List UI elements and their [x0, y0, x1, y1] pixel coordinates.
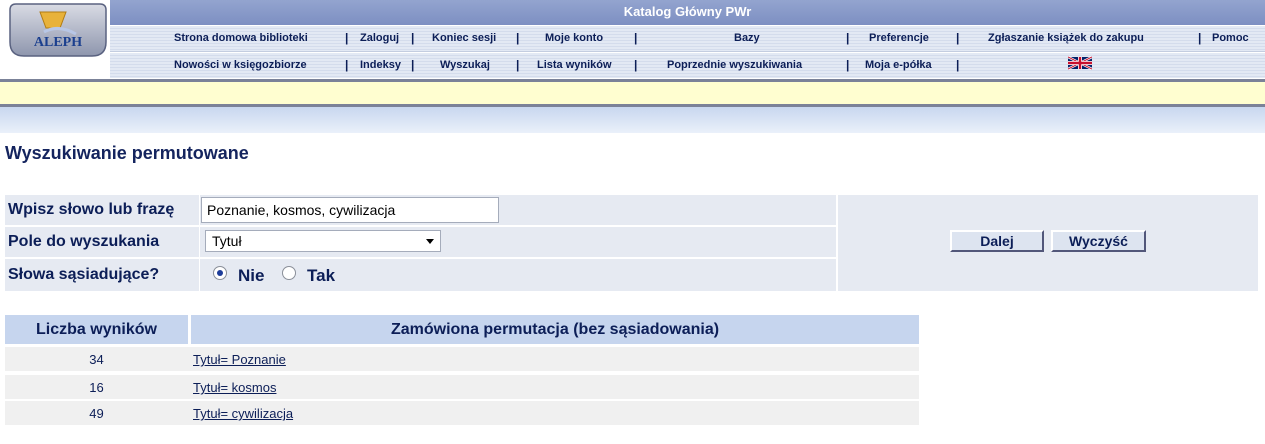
- nav-row-primary: Strona domowa biblioteki | Zaloguj | Kon…: [110, 26, 1265, 52]
- nav-separator: |: [345, 58, 349, 72]
- submit-button[interactable]: Dalej: [950, 230, 1044, 252]
- column-header-permutation: Zamówiona permutacja (bez sąsiadowania): [191, 315, 919, 344]
- field-select[interactable]: Tytuł: [205, 230, 441, 252]
- header: Katalog Główny PWr Strona domowa bibliot…: [0, 0, 1265, 133]
- result-count: 34: [89, 352, 104, 367]
- nav-separator: |: [516, 58, 520, 72]
- nav-separator: |: [516, 31, 520, 45]
- radio-adjacent-yes[interactable]: [282, 266, 296, 280]
- catalog-title-bar: Katalog Główny PWr: [110, 0, 1265, 25]
- result-link[interactable]: Tytuł= kosmos: [193, 380, 276, 395]
- nav-databases[interactable]: Bazy: [734, 32, 760, 44]
- field-label-cell: Pole do wyszukania: [5, 227, 199, 257]
- radio-adjacent-no-label: Nie: [238, 266, 265, 285]
- nav-separator: |: [345, 31, 349, 45]
- nav-separator: |: [411, 31, 415, 45]
- nav-separator: |: [956, 31, 960, 45]
- clear-button[interactable]: Wyczyść: [1051, 230, 1146, 252]
- field-select-value: Tytuł: [212, 233, 242, 249]
- adjacent-label-cell: Słowa sąsiadujące?: [5, 259, 199, 291]
- nav-separator: |: [411, 58, 415, 72]
- table-row: 16 Tytuł= kosmos: [5, 375, 919, 399]
- nav-separator: |: [846, 31, 850, 45]
- nav-library-home[interactable]: Strona domowa biblioteki: [174, 32, 308, 44]
- query-label: Wpisz słowo lub frazę: [8, 201, 175, 218]
- table-row: 34 Tytuł= Poznanie: [5, 347, 919, 371]
- nav-separator: |: [634, 58, 638, 72]
- aleph-logo[interactable]: ALEPH: [6, 2, 110, 64]
- nav-new-acquisitions[interactable]: Nowości w księgozbiorze: [174, 59, 307, 71]
- nav-end-session[interactable]: Koniec sesji: [432, 32, 496, 44]
- nav-book-request[interactable]: Zgłaszanie książek do zakupu: [988, 32, 1144, 44]
- nav-row-secondary: Nowości w księgozbiorze | Indeksy | Wysz…: [110, 53, 1265, 78]
- nav-indexes[interactable]: Indeksy: [360, 59, 401, 71]
- result-count: 16: [89, 380, 104, 395]
- page-title: Wyszukiwanie permutowane: [5, 143, 249, 163]
- nav-separator: |: [956, 58, 960, 72]
- nav-my-account[interactable]: Moje konto: [545, 32, 603, 44]
- radio-adjacent-yes-label: Tak: [307, 266, 336, 285]
- field-label: Pole do wyszukania: [8, 233, 160, 250]
- header-gradient-band: [0, 107, 1265, 133]
- result-count: 49: [89, 406, 104, 421]
- nav-login[interactable]: Zaloguj: [360, 32, 399, 44]
- nav-separator: |: [1198, 31, 1202, 45]
- nav-separator: |: [846, 58, 850, 72]
- table-row: 49 Tytuł= cywilizacja: [5, 401, 919, 425]
- search-input[interactable]: [201, 197, 499, 223]
- result-link[interactable]: Tytuł= Poznanie: [193, 352, 286, 367]
- button-panel: [838, 195, 1258, 291]
- result-link[interactable]: Tytuł= cywilizacja: [193, 406, 293, 421]
- message-bar: [0, 82, 1265, 104]
- query-label-cell: Wpisz słowo lub frazę: [5, 195, 199, 225]
- nav-search[interactable]: Wyszukaj: [440, 59, 490, 71]
- chevron-down-icon: [426, 239, 434, 244]
- adjacent-label: Słowa sąsiadujące?: [8, 266, 160, 283]
- uk-flag-icon[interactable]: [1068, 56, 1092, 70]
- logo-text: ALEPH: [34, 35, 82, 50]
- nav-help[interactable]: Pomoc: [1212, 32, 1249, 44]
- radio-adjacent-no[interactable]: [213, 266, 227, 280]
- nav-results-list[interactable]: Lista wyników: [537, 59, 612, 71]
- nav-preferences[interactable]: Preferencje: [869, 32, 929, 44]
- column-header-count: Liczba wyników: [5, 315, 188, 344]
- catalog-title: Katalog Główny PWr: [623, 4, 752, 19]
- nav-separator: |: [634, 31, 638, 45]
- nav-previous-searches[interactable]: Poprzednie wyszukiwania: [667, 59, 802, 71]
- nav-my-eshelf[interactable]: Moja e-półka: [865, 59, 932, 71]
